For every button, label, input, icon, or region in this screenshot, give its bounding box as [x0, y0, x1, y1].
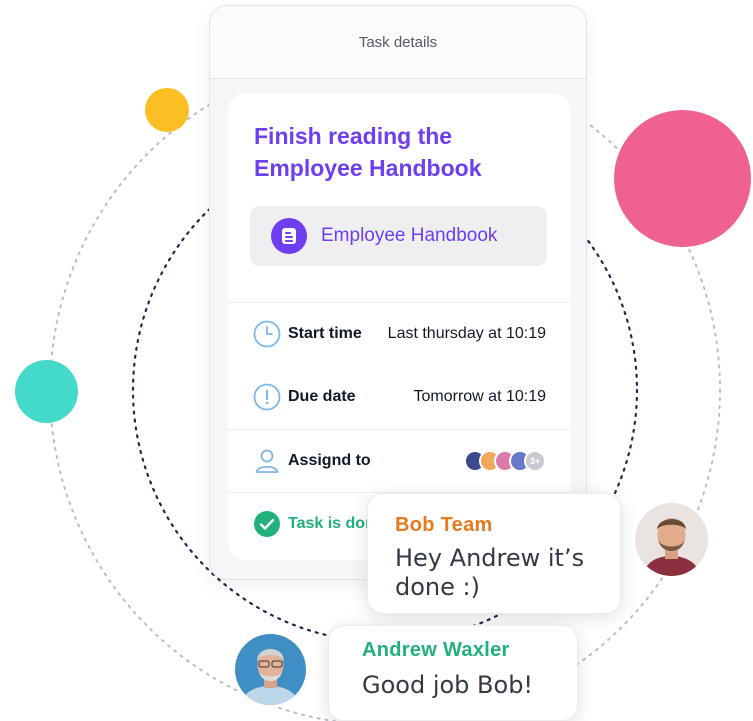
clock-icon — [252, 319, 282, 349]
avatar — [632, 500, 711, 579]
start-time-value: Last thursday at 10:19 — [387, 325, 546, 342]
document-label: Employee Handbook — [321, 225, 498, 246]
task-title: Finish reading the Employee Handbook — [254, 123, 482, 181]
panel-title: Task details — [358, 33, 438, 51]
due-date-row: Due date Tomorrow at 10:19 — [228, 366, 570, 428]
assignee-avatars[interactable]: 3+ — [464, 450, 546, 472]
more-assignees-badge: 3+ — [524, 450, 546, 472]
user-icon — [252, 446, 282, 476]
panel-header: Task details — [210, 6, 586, 79]
document-icon — [271, 218, 307, 254]
start-time-label: Start time — [288, 325, 362, 342]
assigned-label: Assignd to — [288, 452, 371, 469]
chat-bubble-bob: Bob Team Hey Andrew it’s done :) — [367, 493, 621, 614]
message-text: Hey Andrew it’s done :) — [395, 544, 585, 601]
start-time-row: Start time Last thursday at 10:19 — [228, 302, 570, 365]
sender-name: Bob Team — [395, 514, 493, 536]
sender-name: Andrew Waxler — [362, 639, 510, 661]
exclamation-circle-icon — [252, 382, 282, 412]
due-date-value: Tomorrow at 10:19 — [413, 388, 546, 405]
check-circle-icon — [252, 509, 282, 539]
due-date-label: Due date — [288, 388, 356, 405]
chat-bubble-andrew: Andrew Waxler Good job Bob! — [328, 625, 578, 721]
assigned-row[interactable]: Assignd to 3+ — [228, 429, 570, 492]
message-text: Good job Bob! — [362, 671, 534, 699]
decor-dot-teal — [15, 360, 78, 423]
task-card: Finish reading the Employee Handbook Emp… — [228, 94, 570, 560]
document-chip[interactable]: Employee Handbook — [250, 206, 547, 266]
decor-dot-yellow — [145, 88, 189, 132]
avatar — [232, 631, 309, 708]
decor-dot-pink — [614, 110, 751, 247]
